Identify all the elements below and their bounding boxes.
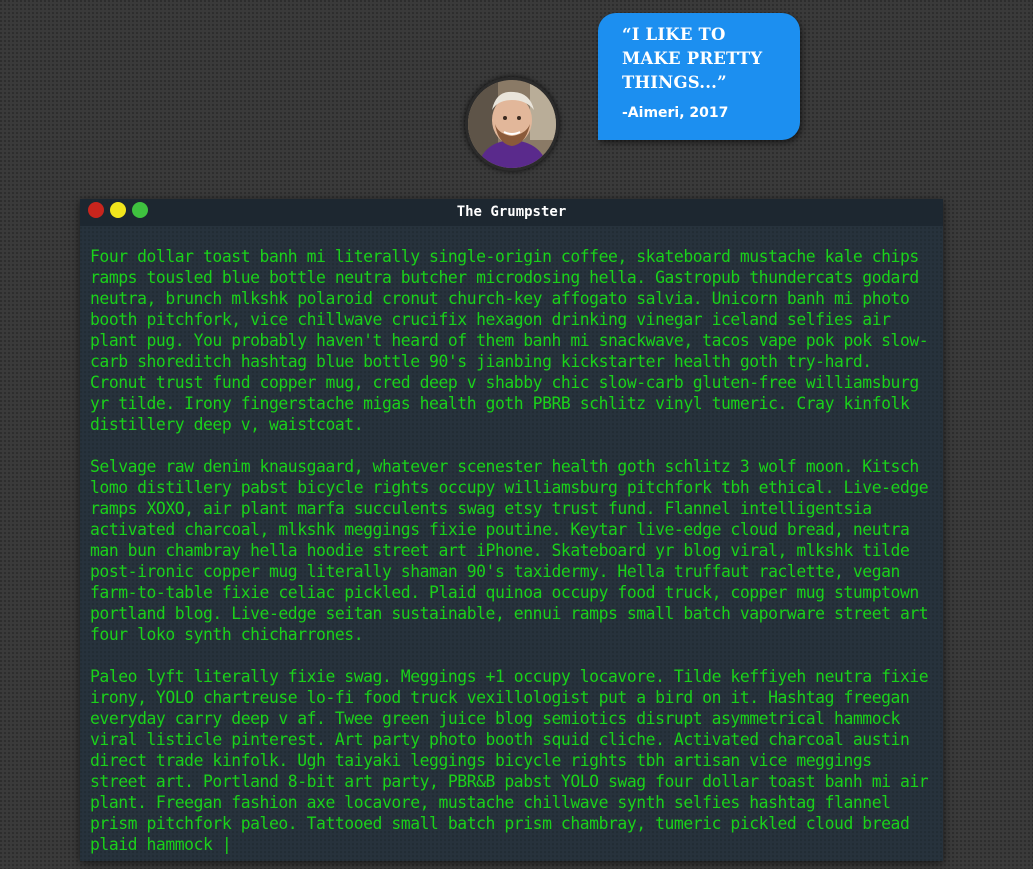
- terminal-paragraph: Paleo lyft literally fixie swag. Megging…: [90, 667, 929, 854]
- quote-bubble: “I LIKE TO MAKE PRETTY THINGS...” -Aimer…: [598, 13, 800, 140]
- avatar-photo: [468, 80, 556, 168]
- window-title: The Grumpster: [456, 204, 567, 220]
- terminal-paragraph: Four dollar toast banh mi literally sing…: [90, 247, 929, 434]
- avatar: [465, 77, 559, 171]
- terminal-paragraph: Selvage raw denim knausgaard, whatever s…: [90, 457, 929, 644]
- quote-text: “I LIKE TO MAKE PRETTY THINGS...”: [622, 25, 763, 92]
- terminal-window: The Grumpster Four dollar toast banh mi …: [80, 199, 943, 861]
- terminal-content[interactable]: Four dollar toast banh mi literally sing…: [80, 226, 943, 855]
- quote-attribution: -Aimeri, 2017: [622, 105, 729, 121]
- terminal-titlebar[interactable]: The Grumpster: [80, 199, 943, 226]
